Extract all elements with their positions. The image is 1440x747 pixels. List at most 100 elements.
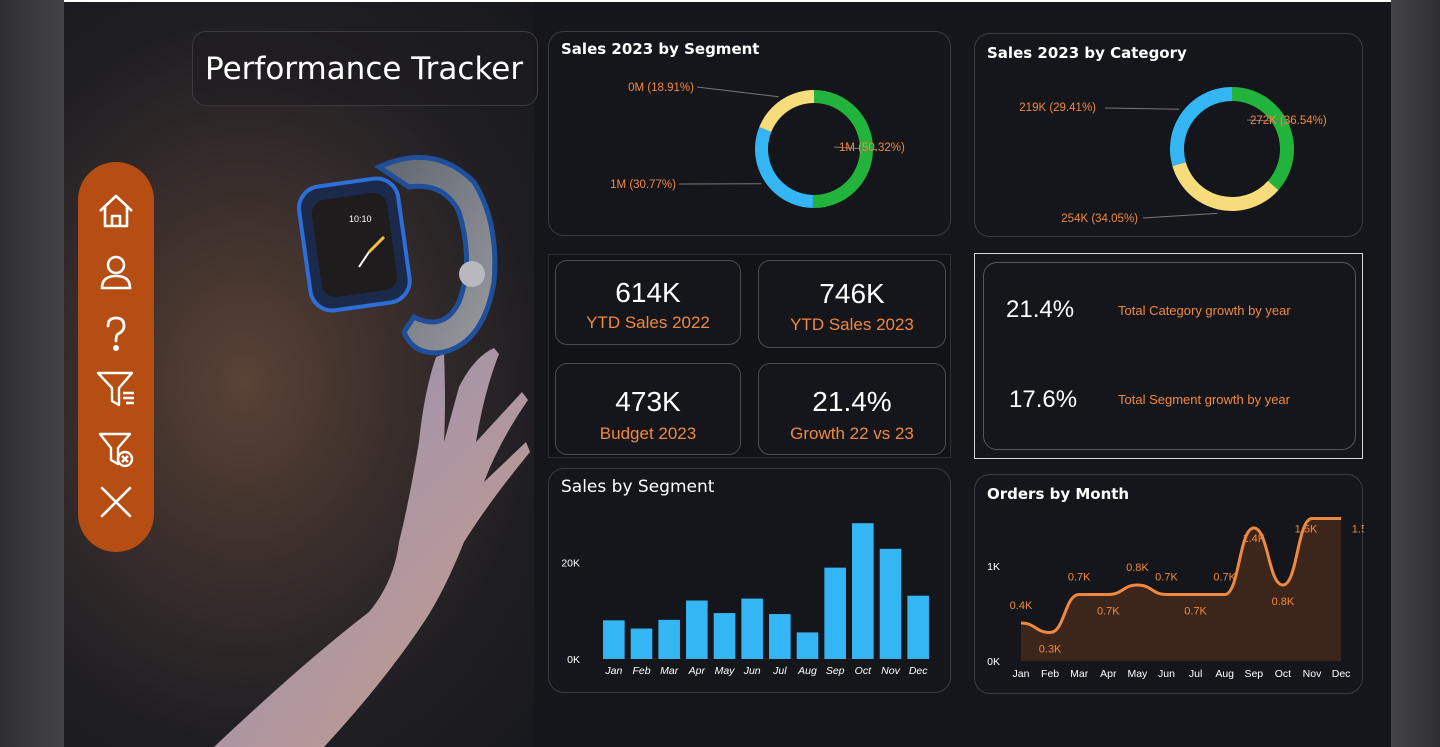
donut-slice[interactable]: [755, 126, 814, 208]
y-tick-label: 20K: [561, 557, 580, 569]
kpi-value: 614K: [615, 277, 681, 308]
bar[interactable]: [852, 523, 874, 659]
kpi-value: 473K: [615, 386, 681, 417]
donut-slice[interactable]: [1232, 87, 1294, 191]
x-tick-label: May: [715, 665, 736, 677]
donut-data-label: 0M (18.91%): [628, 82, 694, 94]
close-button[interactable]: [96, 482, 136, 522]
x-tick-label: Apr: [1100, 668, 1117, 680]
category-donut-chart: 272K (36.54%) 254K (34.05%) 219K (29.41%): [1019, 87, 1327, 225]
help-button[interactable]: [96, 314, 136, 354]
bar[interactable]: [713, 613, 736, 659]
x-tick-label: Jun: [743, 665, 761, 677]
bar[interactable]: [769, 614, 791, 659]
orders-line-chart: 0K 1K 0.4K Jan 0.3K Feb 0.7K Mar 0.7K Apr 0.8K May 0…: [987, 517, 1364, 680]
bar[interactable]: [796, 632, 819, 659]
bar[interactable]: [603, 620, 625, 659]
x-tick-label: Apr: [688, 665, 706, 677]
x-tick-label: Sep: [826, 665, 845, 677]
kpi-label: YTD Sales 2022: [586, 313, 710, 332]
data-label: 1.4K: [1242, 533, 1265, 545]
data-label: 0.7K: [1068, 572, 1091, 584]
svg-text:10:10: 10:10: [349, 214, 372, 224]
data-label: 0.3K: [1039, 644, 1062, 656]
category-donut-card: Sales 2023 by Category 272K (36.54%) 254K…: [974, 33, 1363, 237]
x-tick-label: Oct: [855, 665, 872, 677]
donut-leader-line: [1104, 107, 1180, 110]
nav-sidebar: [78, 162, 154, 552]
growth-panel: 21.4% Total Category growth by year 17.6…: [974, 253, 1363, 459]
home-icon: [99, 194, 133, 228]
bar[interactable]: [824, 567, 846, 659]
x-tick-label: Nov: [881, 665, 900, 677]
bar[interactable]: [630, 628, 653, 659]
x-tick-label: Jul: [772, 665, 787, 677]
x-tick-label: Aug: [1215, 668, 1234, 680]
data-label: 0.8K: [1272, 596, 1295, 608]
segment-growth-value: 17.6%: [1009, 386, 1078, 413]
y-tick-label: 1K: [987, 561, 1000, 573]
donut-data-label: 272K (36.54%): [1250, 115, 1327, 127]
category-growth-label: Total Category growth by year: [1118, 303, 1291, 318]
kpi-label: Growth 22 vs 23: [790, 424, 914, 443]
bar[interactable]: [879, 548, 902, 659]
kpi-value: 21.4%: [812, 386, 892, 417]
x-tick-label: Dec: [1332, 668, 1351, 680]
kpi-budget: 473K Budget 2023: [555, 363, 741, 455]
bar[interactable]: [686, 600, 708, 659]
x-tick-label: Feb: [1041, 668, 1059, 680]
segment-bar-chart: 0K 20K Jan Feb Mar Apr May Jun Jul Aug Sep Oct Nov De…: [561, 523, 929, 677]
x-tick-label: Jul: [1189, 668, 1202, 680]
bar[interactable]: [658, 619, 680, 659]
x-tick-label: Aug: [797, 665, 817, 677]
segment-donut-chart: 1M (50.32%) 1M (30.77%) 0M (18.91%): [610, 82, 905, 208]
segment-donut-card: Sales 2023 by Segment 1M (50.32%) 1M (30.…: [548, 31, 951, 236]
donut-slice[interactable]: [1172, 162, 1279, 211]
x-tick-label: Feb: [632, 665, 650, 677]
user-button[interactable]: [96, 252, 136, 292]
page-title: Performance Tracker: [205, 51, 524, 87]
x-tick-label: Mar: [1070, 668, 1089, 680]
data-label: 0.7K: [1213, 572, 1236, 584]
donut-slice[interactable]: [1170, 87, 1232, 166]
x-tick-label: Sep: [1244, 668, 1263, 680]
donut-data-label: 219K (29.41%): [1019, 102, 1096, 114]
area-fill: [1021, 518, 1342, 661]
bar[interactable]: [907, 595, 929, 659]
y-tick-label: 0K: [567, 654, 580, 666]
report-canvas: Performance Tracker 10:10 Sales 2023 by …: [64, 2, 1391, 747]
data-label: 1.5K: [1295, 524, 1318, 536]
kpi-value: 746K: [819, 278, 885, 309]
smartwatch: 10:10: [296, 154, 498, 356]
x-tick-label: Mar: [660, 665, 679, 677]
clear-filter-icon: [98, 432, 134, 468]
close-icon: [100, 486, 132, 518]
x-tick-label: Jan: [1013, 668, 1030, 680]
kpi-growth: 21.4% Growth 22 vs 23: [758, 363, 946, 455]
left-frame: [0, 0, 64, 747]
home-button[interactable]: [96, 191, 136, 231]
category-growth-value: 21.4%: [1006, 296, 1075, 323]
clear-filter-button[interactable]: [96, 430, 136, 470]
growth-inner: 21.4% Total Category growth by year 17.6…: [983, 262, 1356, 450]
x-tick-label: May: [1127, 668, 1148, 680]
donut-data-label: 254K (34.05%): [1061, 213, 1138, 225]
bar[interactable]: [741, 598, 763, 659]
donut-slice[interactable]: [759, 90, 814, 132]
data-label: 0.7K: [1184, 606, 1207, 618]
donut-leader-line: [1142, 212, 1218, 219]
y-tick-label: 0K: [987, 656, 1000, 668]
title-card: Performance Tracker: [192, 31, 538, 106]
data-label: 0.8K: [1126, 562, 1149, 574]
x-tick-label: Jan: [604, 665, 622, 677]
x-tick-label: Nov: [1303, 668, 1322, 680]
user-icon: [100, 255, 132, 290]
hand-illustration: [214, 348, 530, 747]
data-label: 0.7K: [1097, 606, 1120, 618]
data-label: 0.7K: [1155, 572, 1178, 584]
kpi-label: YTD Sales 2023: [790, 315, 914, 334]
hero-image: 10:10: [214, 154, 530, 747]
filter-button[interactable]: [96, 369, 136, 409]
kpi-ytd-2022: 614K YTD Sales 2022: [555, 260, 741, 345]
orders-line-card: Orders by Month 0K 1K 0.4K Jan 0.3K Feb 0.7K Ma…: [974, 474, 1364, 694]
